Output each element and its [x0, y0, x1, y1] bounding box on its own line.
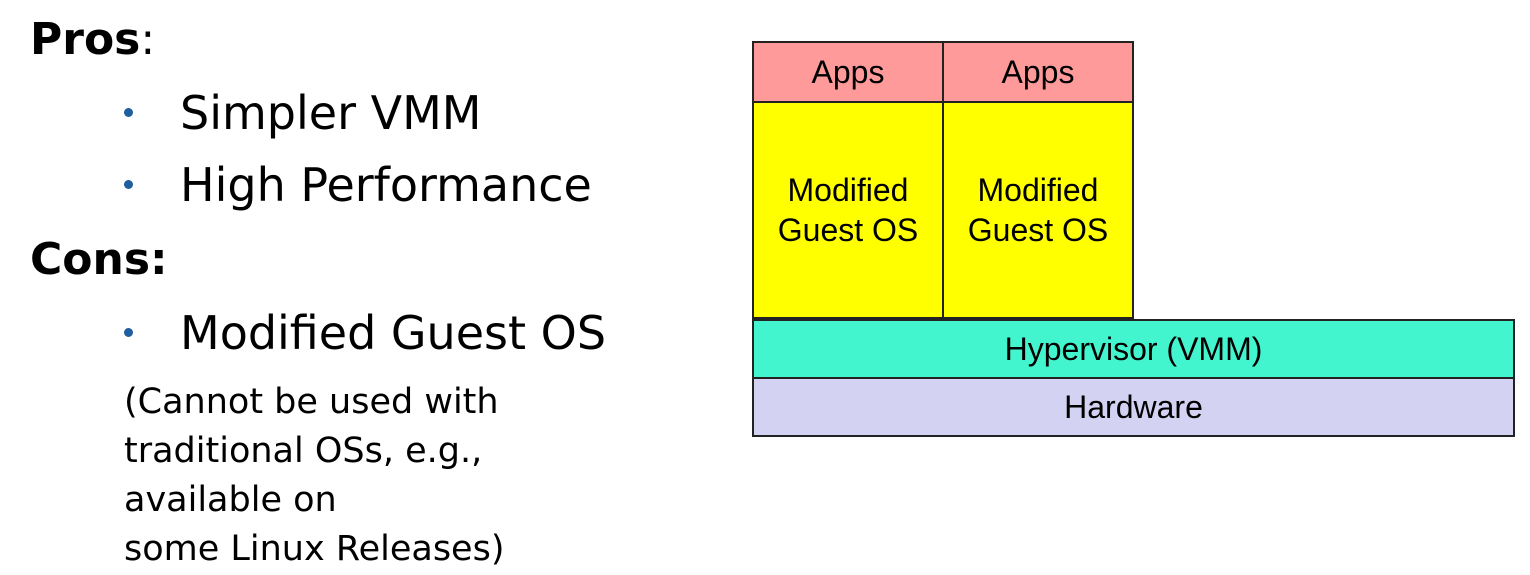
- guest-os-label-line: Modified: [787, 172, 909, 208]
- pros-item-label: Simpler VMM: [180, 86, 482, 140]
- cons-item-label: Modified Guest OS: [180, 306, 607, 360]
- guest-os-label: Modified Guest OS: [968, 170, 1109, 250]
- hypervisor-label: Hypervisor (VMM): [1004, 331, 1263, 367]
- guest-os-label-line: Guest OS: [777, 212, 919, 248]
- guest-os-label-line: Guest OS: [967, 212, 1109, 248]
- cons-note-line: (Cannot be used with: [124, 382, 499, 422]
- pros-item-label: High Performance: [180, 158, 592, 212]
- bullet-icon: [124, 328, 133, 337]
- pros-heading-label: Pros: [30, 14, 141, 65]
- pros-heading-colon: :: [140, 14, 156, 65]
- hardware-label: Hardware: [1064, 389, 1203, 425]
- cons-note-line: some Linux Releases): [124, 529, 505, 569]
- guest-os-box-2: Modified Guest OS: [942, 101, 1134, 319]
- cons-note-line: available on: [124, 480, 337, 520]
- bullet-icon: [124, 108, 133, 117]
- cons-heading: Cons:: [30, 234, 168, 285]
- apps-label: Apps: [811, 54, 885, 90]
- hardware-box: Hardware: [752, 377, 1515, 437]
- apps-box-1: Apps: [752, 41, 944, 103]
- apps-box-2: Apps: [942, 41, 1134, 103]
- cons-note-line: traditional OSs, e.g.,: [124, 431, 483, 471]
- bullet-icon: [124, 180, 133, 189]
- apps-label: Apps: [1001, 54, 1075, 90]
- guest-os-box-1: Modified Guest OS: [752, 101, 944, 319]
- hypervisor-box: Hypervisor (VMM): [752, 319, 1515, 379]
- cons-note: (Cannot be used with traditional OSs, e.…: [124, 378, 604, 574]
- guest-os-label-line: Modified: [977, 172, 1099, 208]
- pros-heading: Pros:: [30, 18, 155, 62]
- guest-os-label: Modified Guest OS: [778, 170, 919, 250]
